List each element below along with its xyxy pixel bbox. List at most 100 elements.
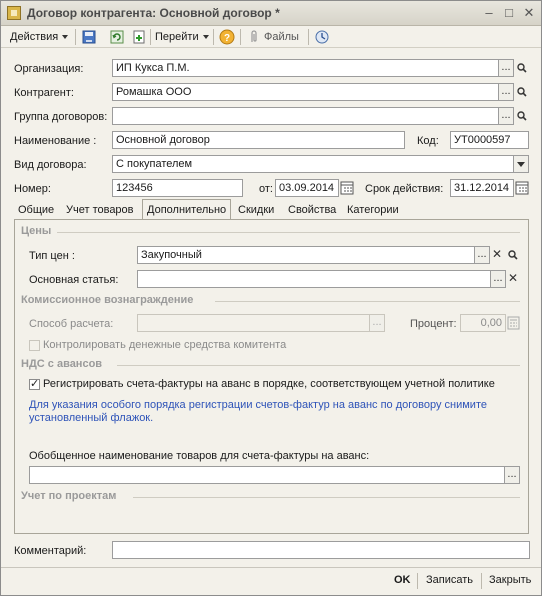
calendar-icon[interactable] <box>340 180 355 196</box>
search-icon[interactable] <box>517 63 527 73</box>
add-copy-icon[interactable] <box>131 29 147 45</box>
window-title: Договор контрагента: Основной договор * <box>27 6 280 20</box>
toolbar-separator <box>213 29 214 45</box>
comment-field[interactable] <box>112 541 530 559</box>
calc-method-label: Способ расчета: <box>29 318 114 330</box>
organization-select-button[interactable]: ... <box>498 59 514 77</box>
tab-categories[interactable]: Категории <box>343 201 403 220</box>
generalized-name-label: Обобщенное наименование товаров для счет… <box>29 450 370 462</box>
validity-label: Срок действия: <box>365 183 444 195</box>
name-label: Наименование : <box>14 135 97 147</box>
write-button[interactable]: Записать <box>426 574 473 586</box>
tab-discounts[interactable]: Скидки <box>234 201 278 220</box>
toolbar-separator <box>75 29 76 45</box>
clear-icon[interactable]: ✕ <box>492 247 502 261</box>
close-button[interactable]: Закрыть <box>489 574 531 586</box>
comment-label: Комментарий: <box>14 545 87 557</box>
goto-label: Перейти <box>155 31 199 43</box>
document-icon <box>7 6 21 20</box>
contract-window: Договор контрагента: Основной договор * … <box>0 0 542 596</box>
refresh-icon[interactable] <box>109 29 125 45</box>
toolbar: Действия Перейти ? Файлы <box>1 26 541 48</box>
contract-type-select[interactable]: С покупателем <box>112 155 514 173</box>
commission-group-title: Комиссионное вознаграждение <box>21 294 194 306</box>
organization-label: Организация: <box>14 63 84 75</box>
code-field[interactable]: УТ0000597 <box>450 131 529 149</box>
contract-type-dropdown-button[interactable] <box>513 155 529 173</box>
chevron-down-icon <box>62 35 69 40</box>
search-icon[interactable] <box>508 250 518 260</box>
tab-additional[interactable]: Дополнительно <box>142 199 232 220</box>
register-invoices-label: Регистрировать счета-фактуры на аванс в … <box>43 378 495 390</box>
contract-type-label: Вид договора: <box>14 159 87 171</box>
counterparty-field[interactable]: Ромашка ООО <box>112 83 499 101</box>
clear-icon[interactable]: ✕ <box>508 271 518 285</box>
name-field[interactable]: Основной договор <box>112 131 405 149</box>
chevron-down-icon <box>517 162 525 167</box>
maximize-button[interactable]: □ <box>501 5 517 21</box>
chevron-down-icon <box>202 35 209 40</box>
main-item-select-button[interactable]: ... <box>490 270 506 288</box>
search-icon[interactable] <box>517 87 527 97</box>
main-item-field[interactable] <box>137 270 491 288</box>
svg-text:?: ? <box>224 33 230 44</box>
minimize-button[interactable]: ‒ <box>481 5 497 21</box>
contract-group-select-button[interactable]: ... <box>498 107 514 125</box>
divider <box>215 301 520 302</box>
counterparty-select-button[interactable]: ... <box>498 83 514 101</box>
vat-group-title: НДС с авансов <box>21 358 103 370</box>
from-label: от: <box>259 183 273 195</box>
vat-info-text: Для указания особого порядка регистрации… <box>29 399 487 424</box>
calculator-icon[interactable] <box>507 315 521 331</box>
divider <box>133 497 520 498</box>
register-invoices-checkbox[interactable] <box>29 377 40 390</box>
files-button[interactable]: Файлы <box>264 29 299 45</box>
calc-method-field[interactable] <box>137 314 370 332</box>
generalized-name-field[interactable] <box>29 466 505 484</box>
control-funds-checkbox[interactable] <box>29 340 40 351</box>
actions-label: Действия <box>10 31 59 43</box>
control-funds-label: Контролировать денежные средства комитен… <box>43 339 287 351</box>
bottom-bar: OK Записать Закрыть <box>1 567 541 595</box>
calendar-icon[interactable] <box>515 180 530 196</box>
percent-field[interactable]: 0,00 <box>460 314 506 332</box>
percent-label: Процент: <box>410 318 457 330</box>
toolbar-separator <box>308 29 309 45</box>
price-type-label: Тип цен : <box>29 250 75 262</box>
goto-menu-button[interactable]: Перейти <box>155 29 209 45</box>
validity-date-field[interactable]: 31.12.2014 <box>450 179 514 197</box>
structure-icon[interactable] <box>314 29 330 45</box>
contract-group-field[interactable] <box>112 107 499 125</box>
ok-button[interactable]: OK <box>394 574 411 586</box>
tab-goods-accounting[interactable]: Учет товаров <box>62 201 138 220</box>
tab-general[interactable]: Общие <box>14 201 58 220</box>
tab-panel-additional <box>14 219 529 534</box>
toolbar-separator <box>240 29 241 45</box>
divider <box>117 365 520 366</box>
code-label: Код: <box>417 135 439 147</box>
search-icon[interactable] <box>517 111 527 121</box>
projects-group-title: Учет по проектам <box>21 490 117 502</box>
title-bar: Договор контрагента: Основной договор * … <box>1 1 541 26</box>
main-item-label: Основная статья: <box>29 274 119 286</box>
price-type-field[interactable]: Закупочный <box>137 246 475 264</box>
tab-properties[interactable]: Свойства <box>284 201 340 220</box>
button-separator <box>481 573 482 589</box>
counterparty-label: Контрагент: <box>14 87 74 99</box>
calc-method-select-button[interactable]: ... <box>369 314 385 332</box>
toolbar-separator <box>150 29 151 45</box>
button-separator <box>417 573 418 589</box>
organization-field[interactable]: ИП Кукса П.М. <box>112 59 499 77</box>
generalized-name-select-button[interactable]: ... <box>504 466 520 484</box>
actions-menu-button[interactable]: Действия <box>10 29 69 45</box>
number-field[interactable]: 123456 <box>112 179 243 197</box>
number-label: Номер: <box>14 183 51 195</box>
help-icon[interactable]: ? <box>219 29 235 45</box>
divider <box>57 232 520 233</box>
prices-group-title: Цены <box>21 225 52 237</box>
contract-group-label: Группа договоров: <box>14 111 108 123</box>
close-window-button[interactable]: ✕ <box>521 5 537 21</box>
save-and-close-icon[interactable] <box>81 29 97 45</box>
date-from-field[interactable]: 03.09.2014 <box>275 179 339 197</box>
price-type-select-button[interactable]: ... <box>474 246 490 264</box>
